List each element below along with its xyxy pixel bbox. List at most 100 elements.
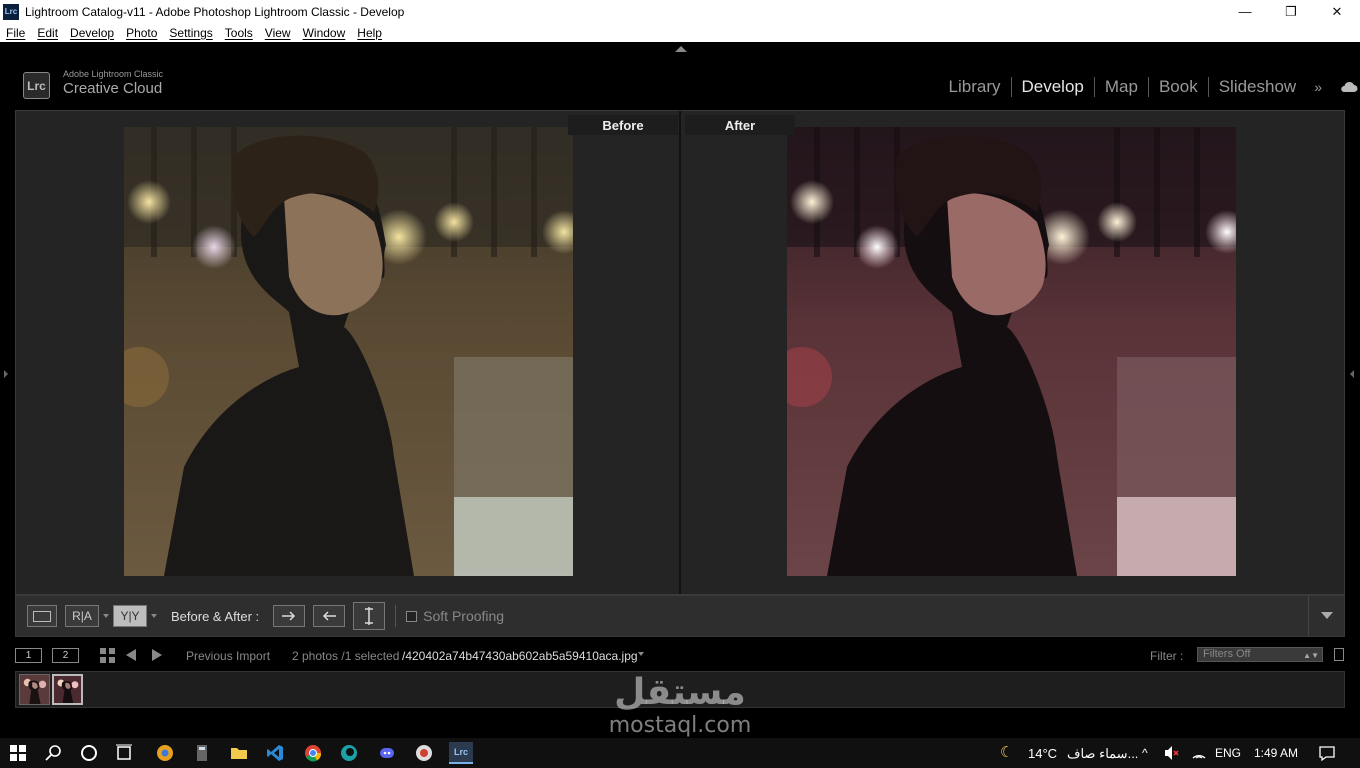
before-after-dropdown-icon[interactable]	[151, 614, 157, 618]
copy-after-to-before-button[interactable]	[313, 605, 346, 627]
weather-temperature[interactable]: 14°C	[1028, 746, 1057, 761]
toolbar-options-button[interactable]	[1308, 596, 1344, 636]
menu-tools[interactable]: Tools	[219, 26, 259, 40]
window-titlebar: Lrc Lightroom Catalog-v11 - Adobe Photos…	[0, 0, 1360, 23]
identity-plate-header: Lrc Adobe Lightroom Classic Creative Clo…	[0, 42, 1360, 110]
before-photo[interactable]	[124, 127, 573, 576]
module-slideshow[interactable]: Slideshow	[1207, 77, 1307, 97]
weather-moon-icon[interactable]: ☾	[1000, 743, 1013, 761]
arrow-left-icon	[323, 611, 337, 621]
copy-before-to-after-button[interactable]	[273, 605, 306, 627]
filter-lock-icon[interactable]	[1334, 648, 1344, 661]
lightroom-app-icon: Lrc	[3, 3, 19, 20]
right-panel-toggle-icon[interactable]	[1350, 370, 1354, 378]
after-photo[interactable]	[787, 127, 1236, 576]
menu-develop[interactable]: Develop	[64, 26, 120, 40]
toolbar-separator	[395, 605, 397, 627]
task-view-icon[interactable]	[114, 743, 134, 763]
menu-edit[interactable]: Edit	[31, 26, 64, 40]
window-title: Lightroom Catalog-v11 - Adobe Photoshop …	[25, 4, 405, 19]
lightroom-taskbar-icon[interactable]: Lrc	[449, 742, 473, 764]
loupe-view-button[interactable]	[27, 605, 57, 627]
menu-view[interactable]: View	[259, 26, 297, 40]
left-panel-toggle-icon[interactable]	[4, 370, 8, 378]
network-icon[interactable]	[1190, 744, 1208, 762]
file-explorer-icon[interactable]	[229, 743, 249, 763]
calculator-icon[interactable]	[192, 743, 212, 763]
menu-bar: File Edit Develop Photo Settings Tools V…	[0, 23, 1360, 42]
before-after-label: Before & After :	[171, 608, 260, 624]
main-window-button[interactable]: 1	[15, 648, 42, 663]
windows-taskbar: Lrc ☾ 14°C سماء صاف... ^ ENG 1:49 AM	[0, 738, 1360, 768]
grid-view-icon[interactable]	[100, 648, 115, 663]
restore-button[interactable]: ❐	[1268, 0, 1314, 23]
before-after-view: Before After	[15, 110, 1345, 595]
obs-icon[interactable]	[414, 743, 434, 763]
photo-count: 2 photos /1 selected	[292, 649, 400, 663]
brand-big-text: Creative Cloud	[63, 80, 163, 97]
before-after-view-button[interactable]: Y|Y	[113, 605, 147, 627]
brand-small-text: Adobe Lightroom Classic	[63, 69, 164, 79]
filter-value: Filters Off	[1203, 648, 1251, 660]
selected-filename: /420402a74b47430ab602ab5a59410aca.jpg	[402, 649, 638, 663]
search-icon[interactable]	[44, 743, 64, 763]
swap-icon	[365, 607, 374, 625]
arrow-right-icon	[282, 611, 296, 621]
menu-file[interactable]: File	[0, 26, 31, 40]
watermark-arabic: مستقل	[614, 672, 746, 713]
cloud-sync-icon[interactable]	[1340, 80, 1358, 94]
next-photo-icon[interactable]	[152, 649, 162, 661]
weather-text[interactable]: سماء صاف...	[1067, 746, 1138, 762]
discord-icon[interactable]	[377, 743, 397, 763]
filmstrip-thumbnail-selected[interactable]	[52, 674, 83, 705]
module-library[interactable]: Library	[939, 77, 1011, 97]
filter-dropdown-arrow-icon: ▲▼	[1303, 651, 1319, 660]
menu-window[interactable]: Window	[297, 26, 352, 40]
loupe-icon	[33, 610, 51, 622]
minimize-button[interactable]: —	[1222, 0, 1268, 23]
collapse-top-panel-icon[interactable]	[675, 46, 687, 52]
clock[interactable]: 1:49 AM	[1254, 746, 1298, 760]
filename-dropdown-icon[interactable]	[638, 652, 644, 656]
after-pane: After	[681, 111, 1343, 594]
tray-expand-icon[interactable]: ^	[1142, 746, 1148, 760]
reference-view-button[interactable]: R|A	[65, 605, 99, 627]
module-book[interactable]: Book	[1147, 77, 1208, 97]
previous-photo-icon[interactable]	[126, 649, 136, 661]
module-develop[interactable]: Develop	[1010, 77, 1094, 97]
start-icon[interactable]	[8, 743, 28, 763]
soft-proofing-checkbox[interactable]	[406, 610, 418, 622]
swap-before-after-button[interactable]	[353, 602, 386, 630]
vscode-icon[interactable]	[265, 743, 285, 763]
menu-settings[interactable]: Settings	[163, 26, 218, 40]
more-modules-icon[interactable]: »	[1306, 79, 1322, 95]
chrome-icon[interactable]	[303, 743, 323, 763]
reference-dropdown-icon[interactable]	[103, 614, 109, 618]
filter-label: Filter :	[1150, 649, 1184, 663]
chevron-down-icon	[1320, 612, 1333, 619]
watermark-latin: mostaql.com	[608, 713, 752, 738]
filter-dropdown[interactable]: Filters Off ▲▼	[1197, 647, 1323, 662]
lrc-logo: Lrc	[23, 72, 50, 99]
language-indicator[interactable]: ENG	[1215, 746, 1241, 760]
develop-toolbar: R|A Y|Y Before & After : Soft Proofing	[15, 595, 1345, 637]
volume-muted-icon[interactable]	[1163, 744, 1181, 762]
filmstrip-source[interactable]: Previous Import	[186, 649, 270, 663]
soft-proofing-label: Soft Proofing	[423, 608, 505, 624]
before-pane: Before	[18, 111, 680, 594]
module-picker: Library Develop Map Book Slideshow »	[939, 77, 1322, 97]
secondary-window-button[interactable]: 2	[52, 648, 79, 663]
after-label: After	[685, 115, 795, 135]
filmstrip-thumbnail[interactable]	[19, 674, 50, 705]
notifications-icon[interactable]	[1318, 744, 1336, 762]
lightroom-taskbar-label: Lrc	[453, 747, 468, 757]
close-button[interactable]: ✕	[1314, 0, 1360, 23]
module-map[interactable]: Map	[1093, 77, 1148, 97]
edge-icon[interactable]	[339, 743, 359, 763]
menu-photo[interactable]: Photo	[120, 26, 163, 40]
chrome-canary-icon[interactable]	[155, 743, 175, 763]
menu-help[interactable]: Help	[351, 26, 388, 40]
cortana-icon[interactable]	[79, 743, 99, 763]
filmstrip-header: 1 2 Previous Import 2 photos /1 selected…	[0, 643, 1360, 667]
before-label: Before	[568, 115, 678, 135]
